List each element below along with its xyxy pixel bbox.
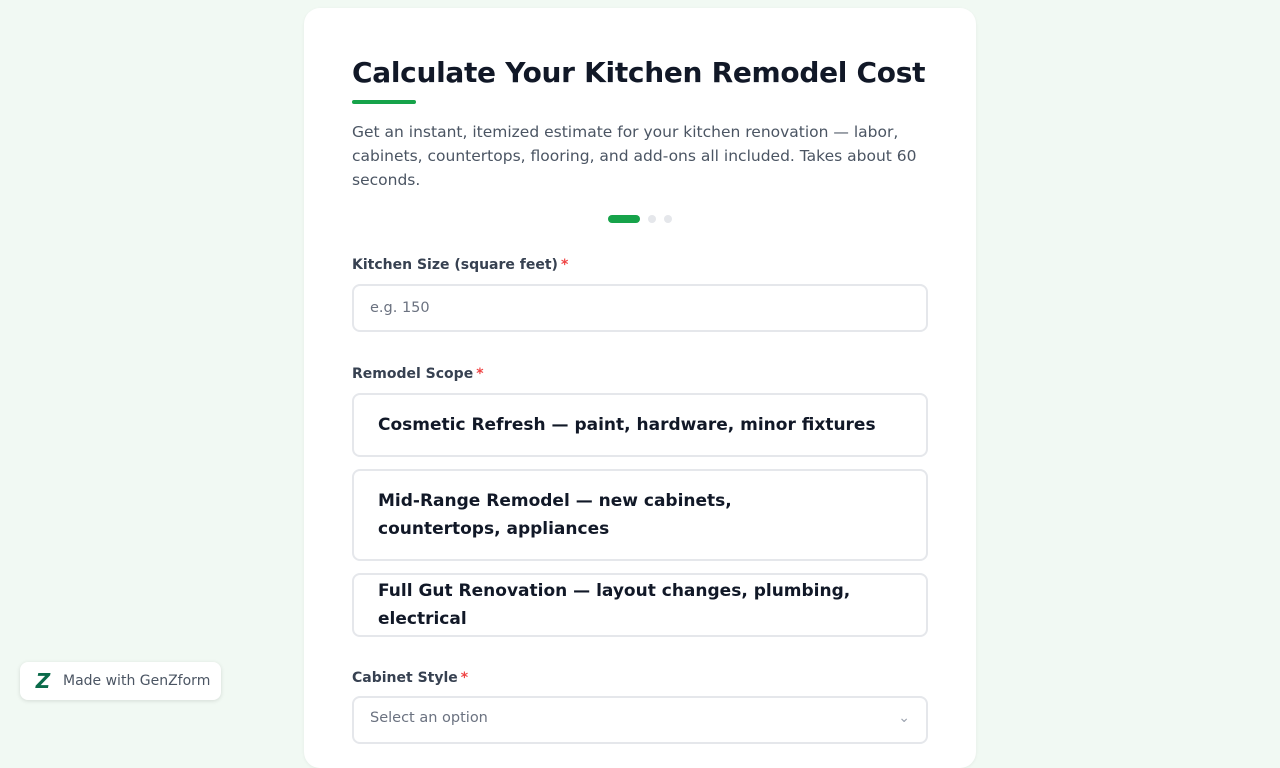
form-card: Calculate Your Kitchen Remodel Cost Get …	[304, 8, 976, 768]
title-accent-bar	[352, 100, 416, 104]
scope-option-cosmetic[interactable]: Cosmetic Refresh — paint, hardware, mino…	[352, 393, 928, 457]
required-marker: *	[460, 670, 469, 686]
cabinet-style-placeholder: Select an option	[370, 710, 488, 726]
genzform-logo-icon: Z	[35, 669, 51, 693]
scope-option-full-gut[interactable]: Full Gut Renovation — layout changes, pl…	[352, 573, 928, 637]
scope-option-label: Cosmetic Refresh — paint, hardware, mino…	[378, 415, 876, 435]
made-with-badge[interactable]: Z Made with GenZform	[20, 662, 221, 700]
remodel-scope-label-text: Remodel Scope	[352, 366, 474, 382]
scope-option-mid-range[interactable]: Mid-Range Remodel — new cabinets, counte…	[352, 469, 928, 561]
step-dot-1	[608, 215, 640, 223]
required-marker: *	[476, 366, 484, 382]
step-progress	[304, 215, 976, 223]
cabinet-style-label: Cabinet Style *	[352, 670, 468, 686]
kitchen-size-label-text: Kitchen Size (square feet)	[352, 257, 558, 273]
kitchen-size-label: Kitchen Size (square feet) *	[352, 257, 568, 273]
badge-text: Made with GenZform	[63, 673, 211, 689]
kitchen-size-input[interactable]	[352, 284, 928, 332]
step-dot-3	[664, 215, 672, 223]
chevron-down-icon: ⌄	[898, 710, 910, 726]
form-description: Get an instant, itemized estimate for yo…	[352, 123, 917, 189]
step-dot-2	[648, 215, 656, 223]
cabinet-style-label-text: Cabinet Style	[352, 670, 458, 686]
form-title: Calculate Your Kitchen Remodel Cost	[352, 56, 926, 89]
scope-option-label: Mid-Range Remodel — new cabinets, counte…	[378, 491, 732, 539]
required-marker: *	[560, 257, 569, 273]
cabinet-style-select[interactable]: Select an option ⌄	[352, 696, 928, 744]
remodel-scope-label: Remodel Scope *	[352, 366, 484, 382]
scope-option-label: Full Gut Renovation — layout changes, pl…	[378, 581, 851, 629]
